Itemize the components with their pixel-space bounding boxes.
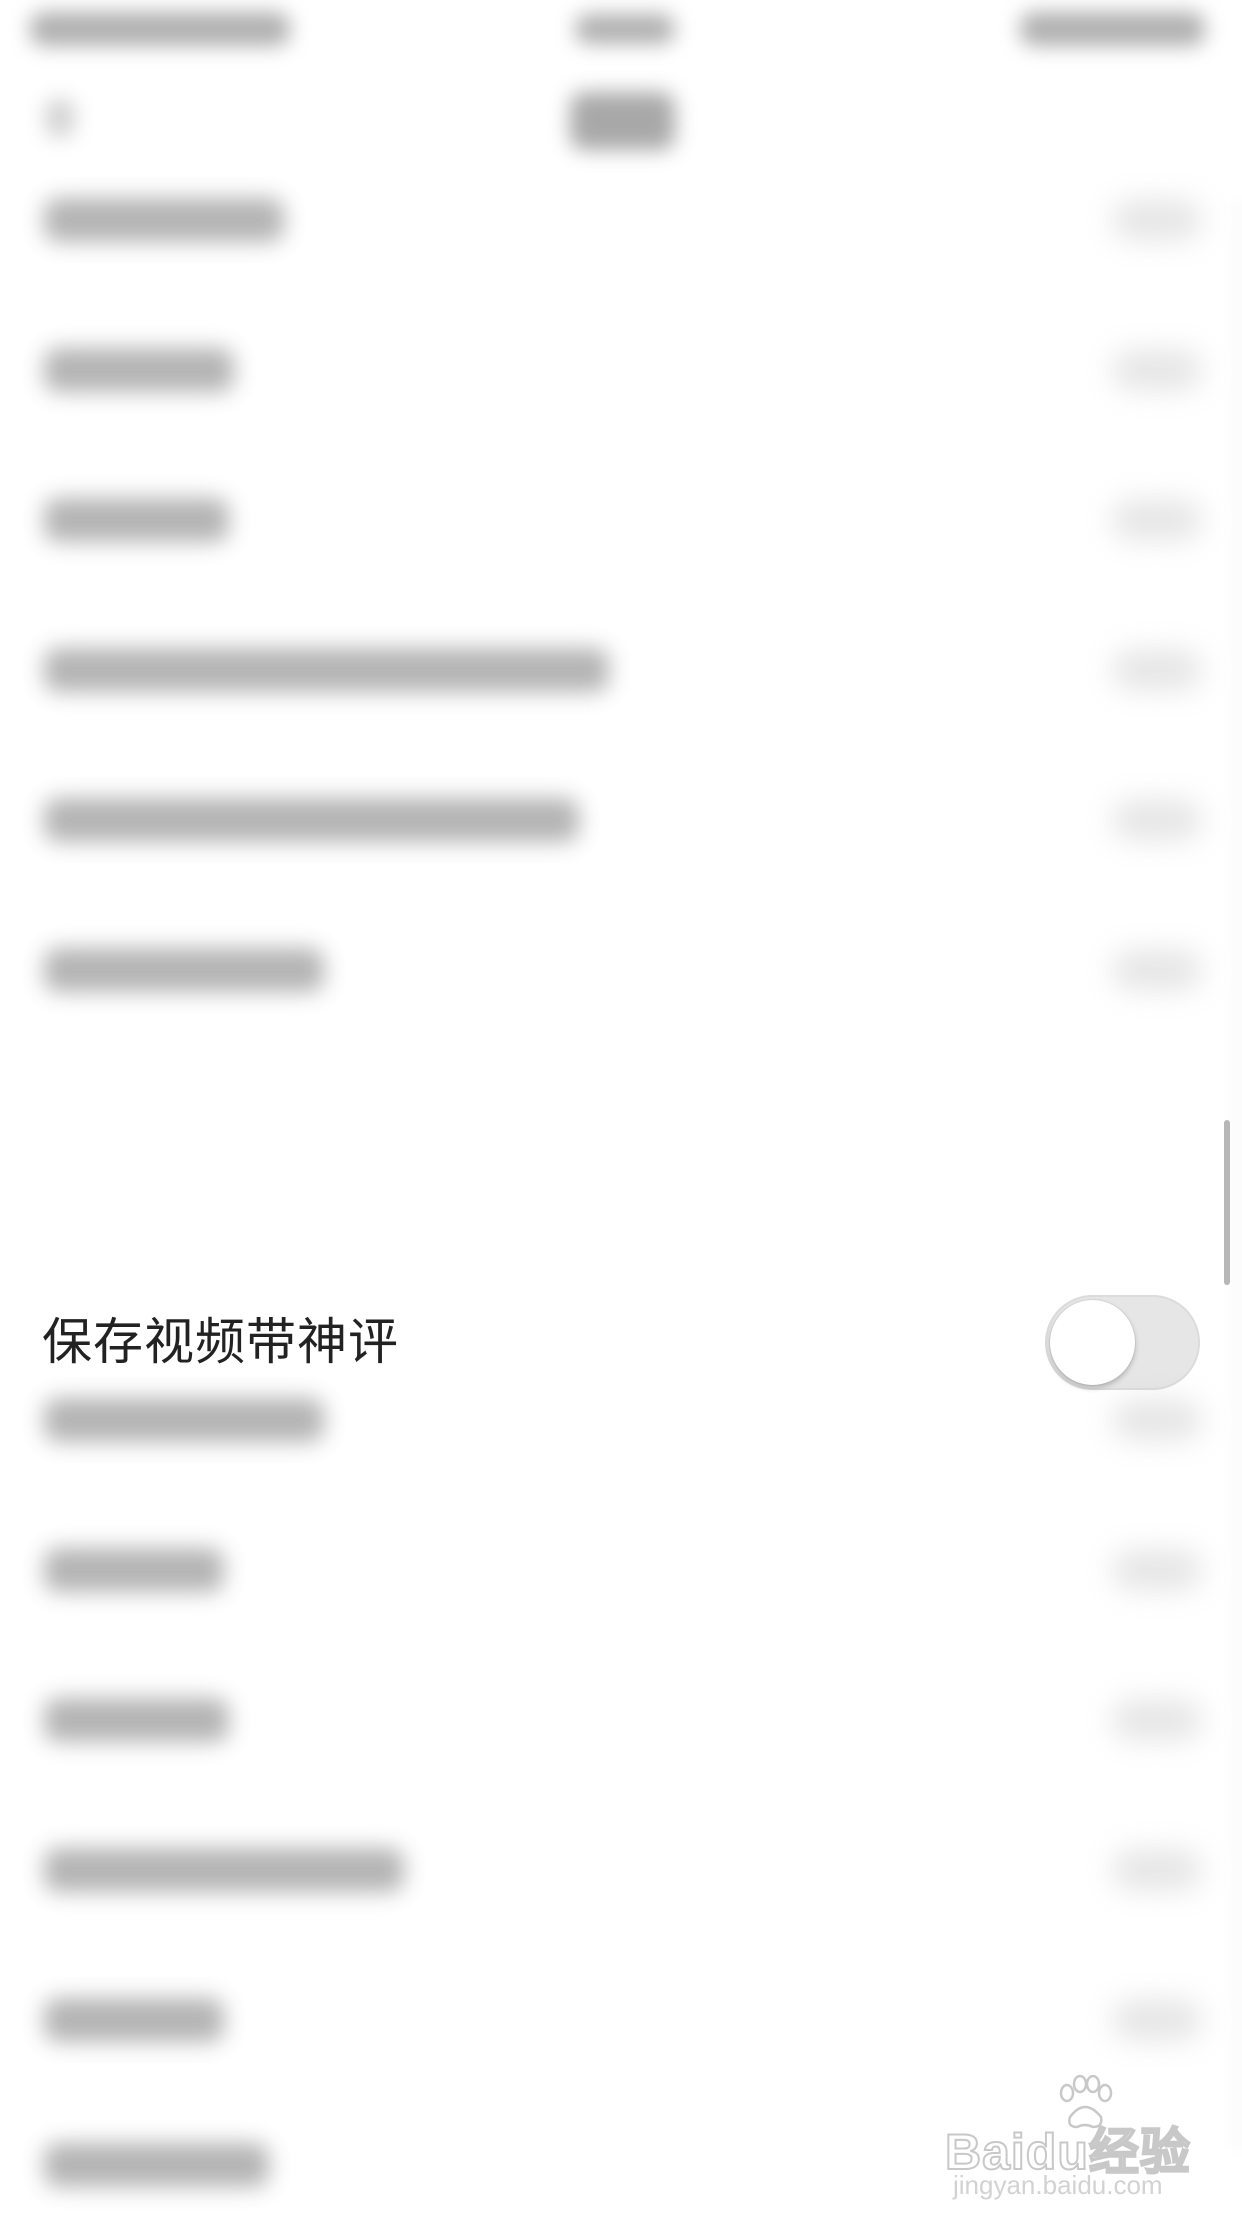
settings-row-label-blurred <box>44 1548 224 1592</box>
settings-row-blurred[interactable] <box>0 1645 1242 1795</box>
settings-row-control-blurred <box>1112 1700 1202 1740</box>
settings-row-blurred[interactable] <box>0 895 1242 1045</box>
back-icon[interactable] <box>45 98 75 138</box>
settings-row-control-blurred <box>1112 800 1202 840</box>
scrollbar-track <box>1228 200 1242 2150</box>
settings-row-blurred[interactable] <box>0 145 1242 295</box>
settings-row-label-blurred <box>44 1398 324 1442</box>
settings-row-control-blurred <box>1112 2000 1202 2040</box>
status-bar-time-blurred <box>575 14 675 44</box>
settings-row-label-blurred <box>44 1698 229 1742</box>
settings-row-label-blurred <box>44 1848 404 1892</box>
status-bar <box>0 0 1242 70</box>
settings-row-control-blurred <box>1112 1550 1202 1590</box>
settings-row-label-blurred <box>44 2143 269 2187</box>
settings-row-label-blurred <box>44 348 234 392</box>
settings-list: 保存视频带神评 <box>0 145 1242 2208</box>
settings-row-blurred[interactable] <box>0 295 1242 445</box>
settings-row-label-blurred <box>44 798 579 842</box>
settings-row-blurred[interactable] <box>0 1495 1242 1645</box>
settings-row-blurred[interactable] <box>0 1345 1242 1495</box>
settings-row-control-blurred <box>1112 950 1202 990</box>
settings-row-label-blurred <box>44 198 284 242</box>
settings-row-control-blurred <box>1112 1850 1202 1890</box>
page-title-blurred <box>570 92 675 150</box>
baidu-jingyan-watermark: Baidu经验 jingyan.baidu.com <box>944 2070 1205 2200</box>
settings-row-label-blurred <box>44 1998 224 2042</box>
scrollbar-thumb[interactable] <box>1224 1120 1230 1285</box>
settings-row-label-blurred <box>44 498 229 542</box>
settings-row-control-blurred <box>1112 500 1202 540</box>
settings-row-control-blurred <box>1112 650 1202 690</box>
status-bar-battery-blurred <box>1020 12 1205 46</box>
settings-row-label-blurred <box>44 648 609 692</box>
watermark-url: jingyan.baidu.com <box>953 2170 1163 2200</box>
settings-row-control-blurred <box>1112 1400 1202 1440</box>
settings-row-control-blurred <box>1112 200 1202 240</box>
settings-row-blurred[interactable] <box>0 745 1242 895</box>
settings-row-control-blurred <box>1112 350 1202 390</box>
settings-row-label-blurred <box>44 948 324 992</box>
settings-row-blurred[interactable] <box>0 445 1242 595</box>
status-bar-carrier-blurred <box>30 12 290 46</box>
settings-row-blurred[interactable] <box>0 595 1242 745</box>
settings-row-blurred[interactable] <box>0 1795 1242 1945</box>
